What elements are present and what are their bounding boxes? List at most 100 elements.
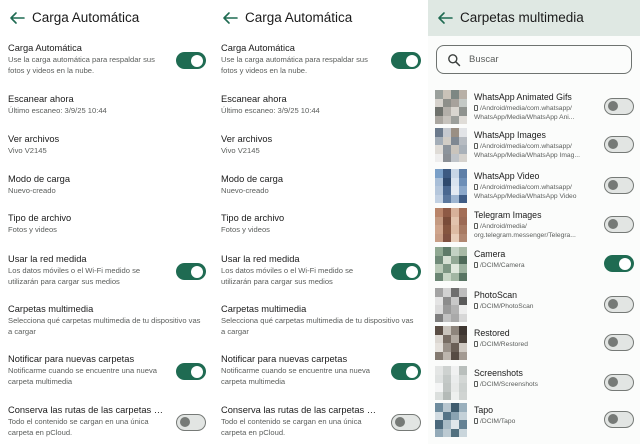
settings-item-escanear-ahora[interactable]: Escanear ahora Último escaneo: 3/9/25 10:… [8,93,204,117]
folder-thumbnail [435,247,467,281]
settings-item-carpetas-multimedia[interactable]: Carpetas multimedia Selecciona qué carpet… [8,303,204,337]
toggle-folder-whatsapp-animated-gifs[interactable] [604,98,634,115]
folder-row-camera[interactable]: Camera/DCIM/Camera [428,247,640,285]
settings-item-subtitle: Los datos móviles o el Wi-Fi medido se u… [221,266,354,286]
phone-storage-icon [474,341,478,347]
settings-item-title: Ver archivos [8,134,60,144]
folder-path-text: /DCIM/Tapo [480,418,516,425]
folder-thumbnail [435,169,467,203]
toggle-folder-telegram-images[interactable] [604,216,634,233]
media-folders-panel: Carpetas multimedia Buscar WhatsApp Anim… [428,0,640,444]
back-arrow-icon[interactable] [436,10,454,26]
folder-name: Restored [474,328,510,338]
settings-item-subtitle: Fotos y videos [8,225,57,234]
toggle-knob [619,257,631,270]
phone-storage-icon [474,143,478,149]
back-arrow-icon[interactable] [8,10,26,26]
folder-path: /Android/media/ org.telegram.messenger/T… [474,222,598,241]
phone-storage-icon [474,184,478,190]
toggle-notificar-para-nuevas-carpetas[interactable] [176,363,206,380]
toggle-knob [191,365,203,378]
folder-name: Screenshots [474,368,523,378]
toggle-usar-la-red-medida[interactable] [176,263,206,280]
settings-item-modo-de-carga[interactable]: Modo de carga Nuevo-creado [221,173,419,197]
settings-item-usar-la-red-medida[interactable]: Usar la red medida Los datos móviles o el… [8,253,166,287]
settings-item-subtitle: Todo el contenido se cargan en una única… [8,417,149,437]
search-field[interactable]: Buscar [436,45,632,74]
toggle-folder-whatsapp-video[interactable] [604,177,634,194]
folder-path-text: /Android/media/ org.telegram.messenger/T… [474,223,576,240]
settings-item-subtitle: Selecciona qué carpetas multimedia de tu… [8,316,201,336]
settings-item-tipo-de-archivo[interactable]: Tipo de archivo Fotos y videos [221,212,419,236]
toggle-knob [406,54,418,67]
toggle-knob [191,54,203,67]
folder-row-restored[interactable]: Restored/DCIM/Restored [428,326,640,364]
phone-storage-icon [474,303,478,309]
toggle-knob [607,101,618,111]
settings-item-usar-la-red-medida[interactable]: Usar la red medida Los datos móviles o el… [221,253,381,287]
folder-row-photoscan[interactable]: PhotoScan/DCIM/PhotoScan [428,288,640,326]
settings-item-title: Conserva las rutas de las carpetas m... [8,405,166,415]
folder-row-whatsapp-images[interactable]: WhatsApp Images/Android/media/com.whatsa… [428,128,640,166]
settings-item-ver-archivos[interactable]: Ver archivos Vivo V2145 [8,133,204,157]
toggle-carga-autom-tica[interactable] [176,52,206,69]
settings-item-subtitle: Notificarme cuando se encuentre una nuev… [221,366,371,386]
settings-item-modo-de-carga[interactable]: Modo de carga Nuevo-creado [8,173,204,197]
settings-item-carpetas-multimedia[interactable]: Carpetas multimedia Selecciona qué carpet… [221,303,419,337]
toggle-conserva-las-rutas-de-las-carpetas-m[interactable] [176,414,206,431]
toggle-folder-whatsapp-images[interactable] [604,136,634,153]
folder-row-tapo[interactable]: Tapo/DCIM/Tapo [428,403,640,441]
toggle-knob [179,417,190,427]
toggle-folder-camera[interactable] [604,255,634,272]
settings-item-subtitle: Selecciona qué carpetas multimedia de tu… [221,316,414,336]
settings-item-carga-autom-tica[interactable]: Carga Automática Use la carga automática … [221,42,381,76]
toggle-knob [607,180,618,190]
folder-thumbnail [435,326,467,360]
app-bar: Carga Automática [0,0,212,36]
settings-item-carga-autom-tica[interactable]: Carga Automática Use la carga automática … [8,42,166,76]
folder-path: /DCIM/Camera [474,261,598,270]
toggle-folder-tapo[interactable] [604,411,634,428]
phone-storage-icon [474,262,478,268]
folder-path: /DCIM/PhotoScan [474,302,598,311]
folder-path-text: /DCIM/Screenshots [480,381,538,388]
settings-item-notificar-para-nuevas-carpetas[interactable]: Notificar para nuevas carpetas Notificarm… [8,353,166,387]
settings-item-conserva-las-rutas-de-las-carpetas-m[interactable]: Conserva las rutas de las carpetas m... T… [8,404,166,438]
folder-row-whatsapp-animated-gifs[interactable]: WhatsApp Animated Gifs/Android/media/com… [428,90,640,128]
settings-item-subtitle: Nuevo-creado [8,186,56,195]
folder-path: /DCIM/Restored [474,340,598,349]
settings-item-title: Notificar para nuevas carpetas [8,354,135,364]
settings-item-notificar-para-nuevas-carpetas[interactable]: Notificar para nuevas carpetas Notificarm… [221,353,381,387]
folder-thumbnail [435,208,467,242]
settings-item-subtitle: Vivo V2145 [8,146,47,155]
settings-item-title: Ver archivos [221,134,273,144]
toggle-folder-screenshots[interactable] [604,374,634,391]
toggle-notificar-para-nuevas-carpetas[interactable] [391,363,421,380]
folder-row-telegram-images[interactable]: Telegram Images/Android/media/ org.teleg… [428,208,640,246]
settings-panel-1: Carga Automática Carga Automática Use la … [0,0,212,444]
toggle-folder-restored[interactable] [604,334,634,351]
page-title: Carpetas multimedia [460,10,584,25]
toggle-knob [607,299,618,309]
folder-path-text: /Android/media/com.whatsapp/ WhatsApp/Me… [474,105,575,122]
folder-path-text: /DCIM/Restored [480,341,528,348]
toggle-carga-autom-tica[interactable] [391,52,421,69]
settings-item-ver-archivos[interactable]: Ver archivos Vivo V2145 [221,133,419,157]
toggle-knob [607,139,618,149]
folder-row-screenshots[interactable]: Screenshots/DCIM/Screenshots [428,366,640,404]
settings-item-subtitle: Último escaneo: 3/9/25 10:44 [8,106,107,115]
folder-name: WhatsApp Animated Gifs [474,92,572,102]
toggle-folder-photoscan[interactable] [604,296,634,313]
settings-item-subtitle: Use la carga automática para respaldar s… [8,55,155,75]
toggle-conserva-las-rutas-de-las-carpetas-m[interactable] [391,414,421,431]
settings-item-subtitle: Último escaneo: 3/9/25 10:44 [221,106,320,115]
phone-storage-icon [474,223,478,229]
settings-item-escanear-ahora[interactable]: Escanear ahora Último escaneo: 3/9/25 10:… [221,93,419,117]
back-arrow-icon[interactable] [221,10,239,26]
settings-item-tipo-de-archivo[interactable]: Tipo de archivo Fotos y videos [8,212,204,236]
search-placeholder: Buscar [469,54,499,65]
toggle-usar-la-red-medida[interactable] [391,263,421,280]
page-title: Carga Automática [32,10,140,25]
settings-item-conserva-las-rutas-de-las-carpetas-m[interactable]: Conserva las rutas de las carpetas m... T… [221,404,381,438]
folder-row-whatsapp-video[interactable]: WhatsApp Video/Android/media/com.whatsap… [428,169,640,207]
